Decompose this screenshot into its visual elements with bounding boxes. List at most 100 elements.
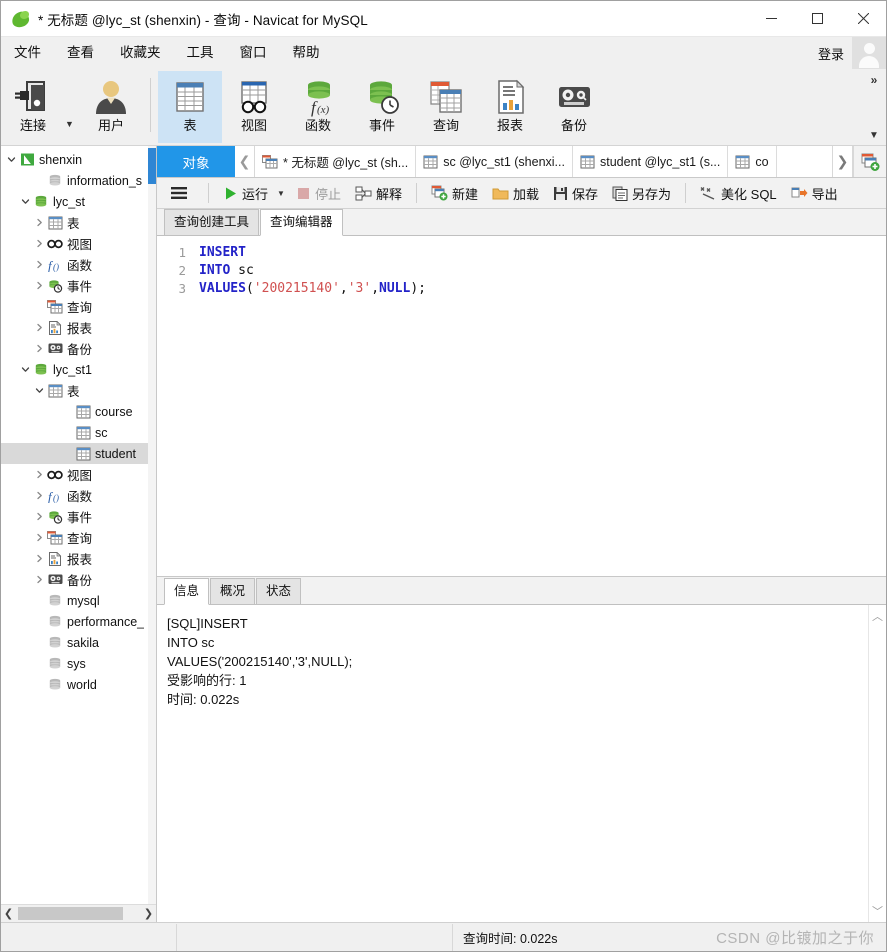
tree-node[interactable]: 表 bbox=[1, 380, 156, 401]
tree-node[interactable]: mysql bbox=[1, 590, 156, 611]
tree-node[interactable]: student bbox=[1, 443, 156, 464]
scroll-up-icon[interactable]: ︿ bbox=[872, 608, 883, 624]
tree-node[interactable]: 报表 bbox=[1, 317, 156, 338]
query-menu-button[interactable] bbox=[157, 186, 201, 200]
tree-node[interactable]: f() 函数 bbox=[1, 254, 156, 275]
tree-node[interactable]: shenxin bbox=[1, 149, 156, 170]
close-button[interactable] bbox=[840, 1, 886, 36]
tree-node[interactable]: 报表 bbox=[1, 548, 156, 569]
tree-arrow-down-icon[interactable] bbox=[33, 386, 46, 395]
tree-arrow-right-icon[interactable] bbox=[33, 533, 46, 542]
scroll-right-icon[interactable]: ❯ bbox=[141, 907, 156, 920]
tree-arrow-right-icon[interactable] bbox=[33, 260, 46, 269]
tree-arrow-down-icon[interactable] bbox=[19, 365, 32, 374]
minimize-button[interactable] bbox=[748, 1, 794, 36]
connection-dropdown-caret-icon[interactable]: ▼ bbox=[65, 119, 79, 129]
tree-node[interactable]: 视图 bbox=[1, 233, 156, 254]
explain-button[interactable]: 解释 bbox=[350, 181, 407, 205]
tree-node[interactable]: 备份 bbox=[1, 569, 156, 590]
tree-arrow-right-icon[interactable] bbox=[33, 239, 46, 248]
tree-node[interactable]: 查询 bbox=[1, 527, 156, 548]
tab-status[interactable]: 状态 bbox=[256, 578, 302, 604]
toolbar-connection-button[interactable]: 连接 bbox=[1, 71, 65, 143]
export-button[interactable]: 导出 bbox=[786, 181, 843, 205]
tree-arrow-right-icon[interactable] bbox=[33, 491, 46, 500]
tab-query-builder[interactable]: 查询创建工具 bbox=[164, 209, 260, 235]
document-tab[interactable]: * 无标题 @lyc_st (sh... bbox=[255, 146, 417, 177]
tree-arrow-right-icon[interactable] bbox=[33, 218, 46, 227]
tab-query-editor[interactable]: 查询编辑器 bbox=[260, 209, 343, 236]
tab-scroll-prev[interactable]: ❮ bbox=[235, 146, 255, 177]
avatar[interactable] bbox=[852, 37, 886, 69]
new-query-button[interactable]: 新建 bbox=[426, 181, 483, 205]
stop-button[interactable]: 停止 bbox=[291, 181, 346, 205]
tree-node[interactable]: course bbox=[1, 401, 156, 422]
toolbar-overflow-icon[interactable]: » bbox=[871, 69, 878, 87]
tree-arrow-down-icon[interactable] bbox=[19, 197, 32, 206]
toolbar-backup-button[interactable]: 备份 bbox=[542, 71, 606, 143]
run-dropdown-caret-icon[interactable]: ▼ bbox=[277, 189, 285, 198]
tree-node[interactable]: f() 函数 bbox=[1, 485, 156, 506]
tree-node[interactable]: sys bbox=[1, 653, 156, 674]
toolbar-event-button[interactable]: 事件 bbox=[350, 71, 414, 143]
toolbar-query-button[interactable]: 查询 bbox=[414, 71, 478, 143]
tree-node[interactable]: 备份 bbox=[1, 338, 156, 359]
document-tab[interactable]: co bbox=[728, 146, 777, 177]
tree-arrow-right-icon[interactable] bbox=[33, 344, 46, 353]
tree-arrow-right-icon[interactable] bbox=[33, 470, 46, 479]
maximize-button[interactable] bbox=[794, 1, 840, 36]
tree-node[interactable]: 事件 bbox=[1, 506, 156, 527]
document-tab[interactable]: sc @lyc_st1 (shenxi... bbox=[416, 146, 573, 177]
tree-node[interactable]: world bbox=[1, 674, 156, 695]
sql-code-area[interactable]: INSERT INTO sc VALUES('200215140','3',NULL… bbox=[193, 236, 886, 576]
tree-node[interactable]: information_s bbox=[1, 170, 156, 191]
tree-node[interactable]: 表 bbox=[1, 212, 156, 233]
new-tab-button[interactable] bbox=[853, 146, 886, 177]
beautify-sql-button[interactable]: 美化 SQL bbox=[695, 181, 782, 205]
login-link[interactable]: 登录 bbox=[818, 44, 844, 63]
toolbar-table-button[interactable]: 表 bbox=[158, 71, 222, 143]
tab-profile[interactable]: 概况 bbox=[210, 578, 256, 604]
toolbar-function-button[interactable]: f (x) 函数 bbox=[286, 71, 350, 143]
tab-info[interactable]: 信息 bbox=[164, 578, 210, 605]
tree-node[interactable]: sakila bbox=[1, 632, 156, 653]
menu-help[interactable]: 帮助 bbox=[280, 37, 333, 69]
tree-arrow-right-icon[interactable] bbox=[33, 512, 46, 521]
sidebar-horizontal-scrollbar[interactable]: ❮ ❯ bbox=[1, 904, 156, 922]
tree-arrow-right-icon[interactable] bbox=[33, 281, 46, 290]
scroll-thumb[interactable] bbox=[18, 907, 123, 920]
tree-arrow-right-icon[interactable] bbox=[33, 575, 46, 584]
sql-editor[interactable]: 123 INSERT INTO sc VALUES('200215140','3',… bbox=[157, 236, 886, 577]
menu-favorites[interactable]: 收藏夹 bbox=[107, 37, 174, 69]
tree-node[interactable]: lyc_st bbox=[1, 191, 156, 212]
toolbar-user-button[interactable]: 用户 bbox=[79, 71, 143, 143]
document-tab[interactable]: student @lyc_st1 (s... bbox=[572, 146, 729, 177]
menu-view[interactable]: 查看 bbox=[54, 37, 107, 69]
toolbar-report-button[interactable]: 报表 bbox=[478, 71, 542, 143]
menu-tools[interactable]: 工具 bbox=[174, 37, 227, 69]
load-button[interactable]: 加载 bbox=[487, 181, 544, 205]
tree-node[interactable]: lyc_st1 bbox=[1, 359, 156, 380]
scroll-track[interactable] bbox=[16, 906, 141, 921]
tree-arrow-right-icon[interactable] bbox=[33, 554, 46, 563]
tree-node[interactable]: 查询 bbox=[1, 296, 156, 317]
save-button[interactable]: 保存 bbox=[548, 181, 603, 205]
tab-scroll-next[interactable]: ❯ bbox=[832, 146, 853, 177]
tab-objects[interactable]: 对象 bbox=[157, 146, 235, 177]
toolbar-expand-icon[interactable]: ▼ bbox=[869, 130, 879, 145]
tree-node[interactable]: 视图 bbox=[1, 464, 156, 485]
scroll-left-icon[interactable]: ❮ bbox=[1, 907, 16, 920]
tree-node[interactable]: 事件 bbox=[1, 275, 156, 296]
object-tree[interactable]: shenxin information_s lyc_st 表视图 f() 函数 事件 查询 报表… bbox=[1, 146, 156, 904]
tree-node[interactable]: sc bbox=[1, 422, 156, 443]
tree-node[interactable]: performance_ bbox=[1, 611, 156, 632]
save-as-button[interactable]: 另存为 bbox=[607, 181, 676, 205]
run-button[interactable]: 运行 bbox=[218, 181, 273, 205]
menu-file[interactable]: 文件 bbox=[1, 37, 54, 69]
tree-arrow-right-icon[interactable] bbox=[33, 323, 46, 332]
scroll-down-icon[interactable]: ﹀ bbox=[872, 903, 883, 919]
results-vertical-scrollbar[interactable]: ︿ ﹀ bbox=[868, 605, 886, 922]
sidebar-vertical-scrollbar[interactable] bbox=[148, 146, 156, 922]
toolbar-view-button[interactable]: 视图 bbox=[222, 71, 286, 143]
tree-arrow-down-icon[interactable] bbox=[5, 155, 18, 164]
